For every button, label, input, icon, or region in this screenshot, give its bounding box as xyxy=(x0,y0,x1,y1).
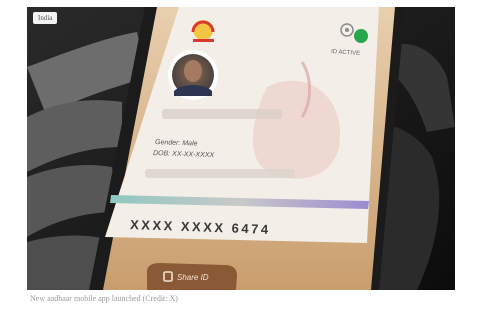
share-id-label: Share ID xyxy=(177,273,209,282)
share-id-button[interactable]: Share ID xyxy=(147,263,237,290)
gender-text: Gender: Male xyxy=(155,139,198,147)
news-photo: ID ACTIVE Gender: Male DOB: XX-XX-XXXX X… xyxy=(27,7,455,290)
avatar xyxy=(168,50,218,100)
category-tag[interactable]: India xyxy=(33,12,58,24)
phone-scene: ID ACTIVE Gender: Male DOB: XX-XX-XXXX X… xyxy=(27,7,455,290)
photo-caption: New aadhaar mobile app launched (Credit:… xyxy=(30,294,178,303)
